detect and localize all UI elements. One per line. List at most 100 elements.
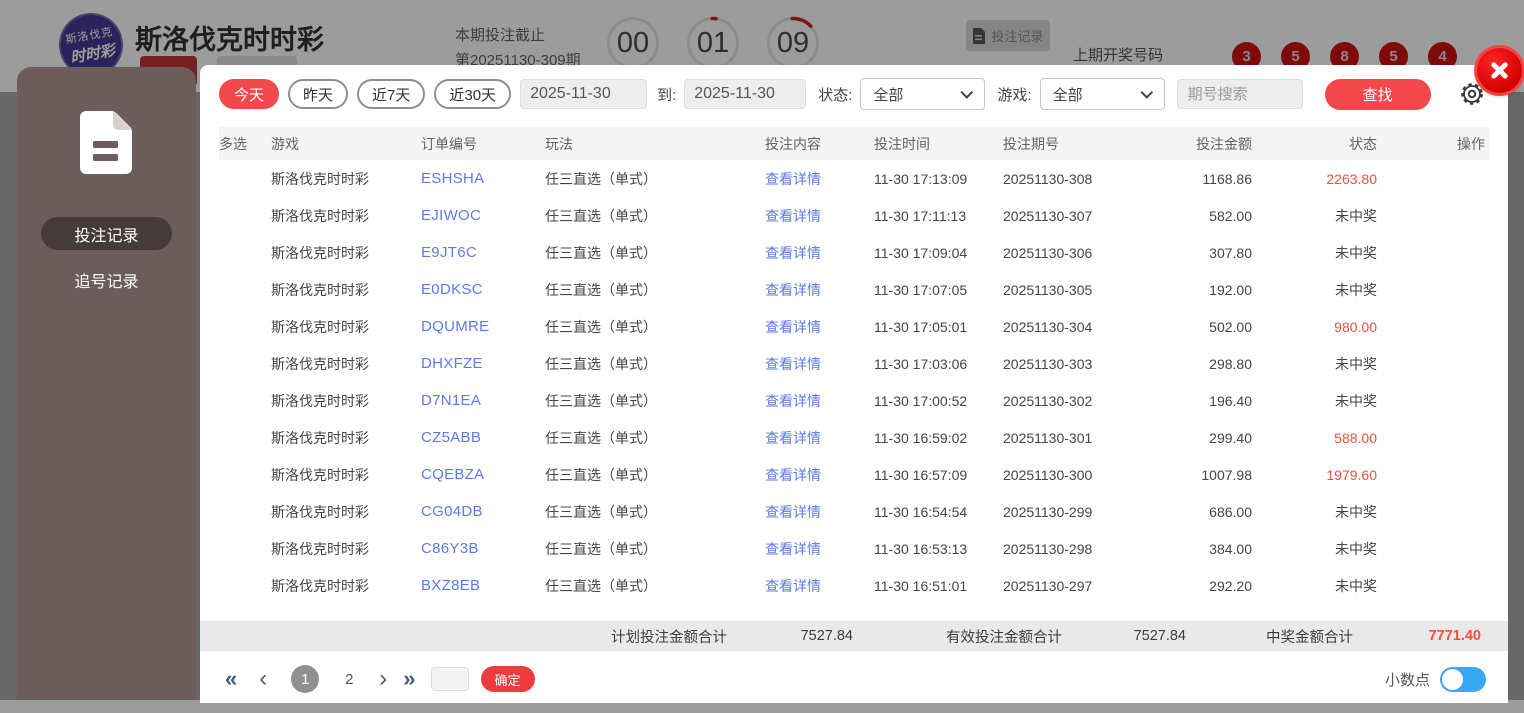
- table-row: 斯洛伐克时时彩 C86Y3B 任三直选（单式） 查看详情 11-30 16:53…: [219, 530, 1489, 567]
- status-label: 状态:: [818, 86, 853, 104]
- cell-game: 斯洛伐克时时彩: [271, 503, 369, 520]
- order-id-link[interactable]: D7N1EA: [421, 392, 545, 409]
- cell-play-type: 任三直选（单式）: [545, 281, 657, 298]
- view-detail-link[interactable]: 查看详情: [765, 206, 874, 226]
- plan-total-value: 7527.84: [800, 628, 853, 644]
- settings-gear-icon[interactable]: [1459, 81, 1485, 107]
- table-row: 斯洛伐克时时彩 CG04DB 任三直选（单式） 查看详情 11-30 16:54…: [219, 493, 1489, 530]
- filter-bar: 今天昨天近7天近30天 到: 状态: 全部 游戏: 全部 查找: [219, 78, 1485, 110]
- search-button[interactable]: 查找: [1324, 78, 1431, 110]
- win-total-label: 中奖金额合计: [1266, 629, 1353, 646]
- view-detail-link[interactable]: 查看详情: [765, 354, 874, 374]
- cell-bet-time: 11-30 17:13:09: [874, 170, 968, 187]
- order-id-link[interactable]: C86Y3B: [421, 540, 545, 557]
- quick-filter-button[interactable]: 昨天: [288, 79, 349, 109]
- page-numbers: 12: [291, 665, 379, 693]
- order-id-link[interactable]: BXZ8EB: [421, 577, 545, 594]
- page-jump-input[interactable]: [430, 667, 469, 691]
- cell-game: 斯洛伐克时时彩: [271, 392, 369, 409]
- table-row: 斯洛伐克时时彩 E9JT6C 任三直选（单式） 查看详情 11-30 17:09…: [219, 234, 1489, 271]
- period-search-input[interactable]: [1176, 79, 1303, 109]
- order-id-link[interactable]: E9JT6C: [421, 244, 545, 261]
- cell-game: 斯洛伐克时时彩: [271, 281, 369, 298]
- order-id-link[interactable]: E0DKSC: [421, 281, 545, 298]
- column-header-2: 游戏: [271, 135, 299, 152]
- next-page-button[interactable]: ›: [379, 667, 387, 691]
- cell-bet-time: 11-30 16:57:09: [874, 466, 968, 483]
- date-from-input[interactable]: [520, 79, 648, 109]
- cell-status: 980.00: [1334, 318, 1377, 335]
- page-number-button[interactable]: 2: [335, 665, 363, 693]
- game-select[interactable]: 全部: [1039, 78, 1165, 110]
- totals-bar: 计划投注金额合计 7527.84 有效投注金额合计 7527.84 中奖金额合计…: [200, 621, 1508, 651]
- cell-status: 未中奖: [1335, 281, 1377, 298]
- chevron-down-icon: [1140, 85, 1153, 99]
- cell-status: 未中奖: [1335, 392, 1377, 409]
- cell-bet-amount: 582.00: [1209, 207, 1252, 224]
- order-id-link[interactable]: CG04DB: [421, 503, 545, 520]
- order-id-link[interactable]: EJIWOC: [421, 207, 545, 224]
- first-page-button[interactable]: «: [225, 668, 237, 690]
- date-to-input[interactable]: [684, 79, 807, 109]
- game-select-value: 全部: [1052, 86, 1083, 104]
- order-id-link[interactable]: DQUMRE: [421, 318, 545, 335]
- bet-records-modal: 今天昨天近7天近30天 到: 状态: 全部 游戏: 全部 查找 多选 游戏 订单编号…: [200, 65, 1508, 703]
- page-number-button[interactable]: 1: [291, 665, 320, 693]
- order-id-link[interactable]: CZ5ABB: [421, 429, 545, 446]
- sidebar-item[interactable]: 投注记录: [41, 217, 172, 250]
- table-row: 斯洛伐克时时彩 DHXFZE 任三直选（单式） 查看详情 11-30 17:03…: [219, 345, 1489, 382]
- sidebar-item[interactable]: 追号记录: [41, 263, 172, 296]
- view-detail-link[interactable]: 查看详情: [765, 428, 874, 448]
- cell-play-type: 任三直选（单式）: [545, 170, 657, 187]
- view-detail-link[interactable]: 查看详情: [765, 539, 874, 559]
- cell-bet-period: 20251130-307: [1003, 207, 1093, 224]
- confirm-button[interactable]: 确定: [480, 666, 535, 692]
- column-header-7: 投注期号: [1003, 135, 1059, 152]
- table-row: 斯洛伐克时时彩 CQEBZA 任三直选（单式） 查看详情 11-30 16:57…: [219, 456, 1489, 493]
- cell-bet-time: 11-30 17:03:06: [874, 355, 968, 372]
- order-id-link[interactable]: CQEBZA: [421, 466, 545, 483]
- cell-game: 斯洛伐克时时彩: [271, 355, 369, 372]
- view-detail-link[interactable]: 查看详情: [765, 465, 874, 485]
- last-page-button[interactable]: »: [403, 668, 415, 690]
- win-total-value: 7771.40: [1428, 628, 1481, 644]
- table-row: 斯洛伐克时时彩 D7N1EA 任三直选（单式） 查看详情 11-30 17:00…: [219, 382, 1489, 419]
- document-icon-large: [80, 111, 132, 174]
- quick-filter-button[interactable]: 今天: [219, 79, 280, 109]
- table-row: 斯洛伐克时时彩 DQUMRE 任三直选（单式） 查看详情 11-30 17:05…: [219, 308, 1489, 345]
- cell-bet-period: 20251130-297: [1003, 577, 1093, 594]
- cell-game: 斯洛伐克时时彩: [271, 207, 369, 224]
- decimal-toggle[interactable]: [1440, 666, 1486, 692]
- order-id-link[interactable]: DHXFZE: [421, 355, 545, 372]
- cell-status: 未中奖: [1335, 540, 1377, 557]
- view-detail-link[interactable]: 查看详情: [765, 169, 874, 189]
- cell-play-type: 任三直选（单式）: [545, 466, 657, 483]
- table-body: 斯洛伐克时时彩 ESHSHA 任三直选（单式） 查看详情 11-30 17:13…: [219, 160, 1489, 604]
- cell-bet-period: 20251130-299: [1003, 503, 1093, 520]
- view-detail-link[interactable]: 查看详情: [765, 391, 874, 411]
- cell-bet-period: 20251130-301: [1003, 429, 1093, 446]
- column-header-9: 状态: [1349, 135, 1377, 152]
- cell-status: 588.00: [1334, 429, 1377, 446]
- decimal-label: 小数点: [1384, 671, 1430, 689]
- prev-page-button[interactable]: ‹: [259, 667, 267, 691]
- close-button[interactable]: [1477, 48, 1522, 93]
- cell-bet-amount: 502.00: [1209, 318, 1252, 335]
- view-detail-link[interactable]: 查看详情: [765, 576, 874, 596]
- cell-status: 未中奖: [1335, 355, 1377, 372]
- view-detail-link[interactable]: 查看详情: [765, 243, 874, 263]
- cell-game: 斯洛伐克时时彩: [271, 244, 369, 261]
- cell-bet-amount: 298.80: [1209, 355, 1252, 372]
- quick-filter-button[interactable]: 近7天: [357, 79, 426, 109]
- quick-filter-button[interactable]: 近30天: [434, 79, 512, 109]
- cell-game: 斯洛伐克时时彩: [271, 429, 369, 446]
- cell-bet-time: 11-30 17:05:01: [874, 318, 968, 335]
- view-detail-link[interactable]: 查看详情: [765, 317, 874, 337]
- view-detail-link[interactable]: 查看详情: [765, 280, 874, 300]
- cell-play-type: 任三直选（单式）: [545, 540, 657, 557]
- order-id-link[interactable]: ESHSHA: [421, 170, 545, 187]
- status-select[interactable]: 全部: [860, 78, 986, 110]
- view-detail-link[interactable]: 查看详情: [765, 502, 874, 522]
- cell-bet-period: 20251130-308: [1003, 170, 1093, 187]
- column-header-5: 投注内容: [765, 135, 821, 152]
